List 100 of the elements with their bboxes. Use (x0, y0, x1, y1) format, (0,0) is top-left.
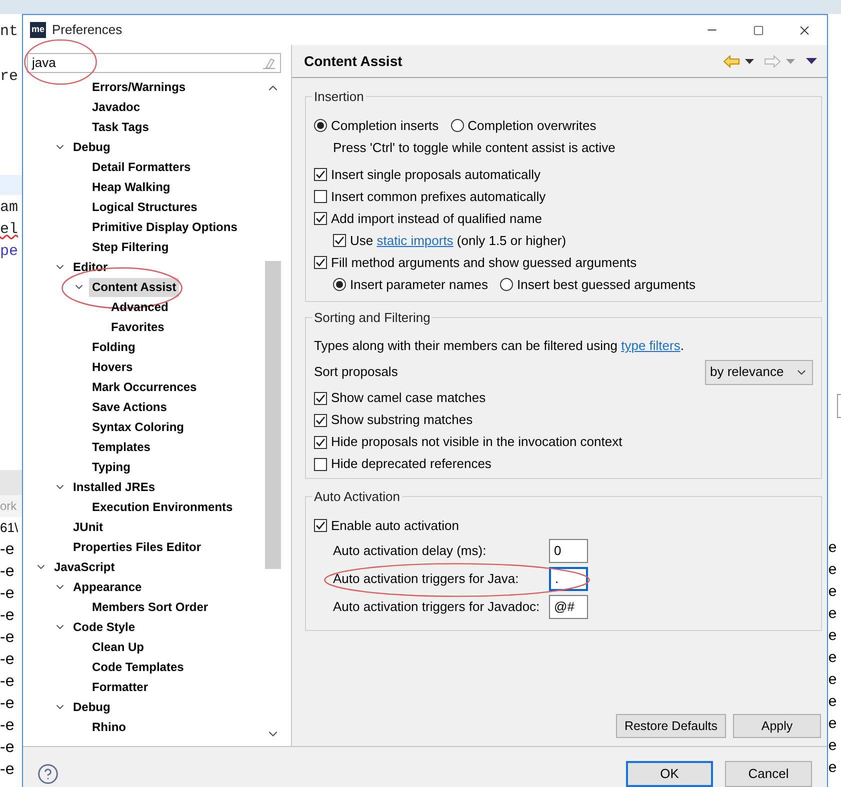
tree-item[interactable]: Typing (89, 458, 134, 476)
tree-item[interactable]: JUnit (70, 518, 106, 536)
tree-item[interactable]: Javadoc (89, 98, 144, 116)
console-line: -e (0, 716, 16, 736)
console-line: e (828, 715, 838, 735)
window-title: Preferences (52, 21, 122, 40)
console-line: e (828, 561, 838, 581)
sort-label: Sort proposals (314, 363, 398, 382)
tree-item[interactable]: Code Style (70, 618, 138, 636)
radio-button[interactable] (314, 119, 327, 132)
radio-button[interactable] (333, 278, 346, 291)
tree-item[interactable]: Rhino (89, 718, 129, 736)
tree-item[interactable]: Save Actions (89, 398, 170, 416)
input-field[interactable]: 0 (549, 538, 588, 562)
tree-item[interactable]: Heap Walking (89, 178, 174, 196)
tree-item[interactable]: Primitive Display Options (89, 218, 240, 236)
back-arrow-icon[interactable] (723, 54, 740, 68)
tree-item[interactable]: Logical Structures (89, 198, 200, 216)
tree-item[interactable]: Favorites (108, 318, 168, 336)
tree-item[interactable]: Appearance (70, 578, 145, 596)
code-line: nt (0, 22, 20, 42)
tree-item[interactable]: Formatter (89, 678, 152, 696)
input-field[interactable]: . (549, 566, 588, 590)
tree-item[interactable]: Installed JREs (70, 478, 158, 496)
checkbox[interactable] (314, 414, 327, 426)
console-line: e (828, 583, 838, 603)
console-line: e (828, 627, 838, 647)
tree-item[interactable]: Step Filtering (89, 238, 172, 256)
tree-item[interactable]: Hovers (89, 358, 136, 376)
tree-item[interactable]: Task Tags (89, 118, 152, 136)
tree-item[interactable]: Content Assist (89, 278, 180, 296)
sort-dropdown[interactable]: by relevance (705, 360, 813, 384)
checkbox[interactable] (333, 234, 346, 247)
maximize-icon[interactable] (752, 24, 764, 36)
tree-item[interactable]: Syntax Coloring (89, 418, 188, 436)
tree-item[interactable]: Code Templates (89, 658, 187, 676)
checkbox[interactable] (314, 458, 327, 470)
checkbox-label: Enable auto activation (331, 516, 459, 535)
code-line: el (0, 220, 20, 240)
tree-item[interactable]: Mark Occurrences (89, 378, 200, 396)
checkbox[interactable] (314, 256, 327, 269)
tree-item[interactable]: JavaScript (51, 558, 118, 576)
checkbox[interactable] (314, 190, 327, 203)
tree-item[interactable]: Debug (70, 138, 114, 156)
checkbox-label: Fill method arguments and show guessed arguments (331, 254, 637, 272)
hint-text: Press 'Ctrl' to toggle while content assist is active (333, 140, 616, 154)
type-filters-link[interactable]: type filters (621, 338, 680, 354)
input-field[interactable]: @# (549, 594, 588, 618)
help-icon[interactable] (37, 763, 59, 785)
group-title: Auto Activation (313, 488, 401, 506)
console-line: e (828, 539, 838, 559)
checkbox[interactable] (314, 392, 327, 404)
app-logo: me (30, 22, 46, 38)
radio-label: Completion overwrites (468, 116, 596, 135)
static-imports-link[interactable]: static imports (376, 232, 454, 248)
page-button[interactable]: Restore Defaults (616, 714, 726, 738)
console-line: -e (0, 672, 16, 692)
radio-button[interactable] (500, 278, 514, 291)
console-line: -e (0, 738, 16, 758)
field-label: Auto activation triggers for Java: (333, 570, 520, 588)
group-title: Insertion (313, 88, 365, 106)
radio-label: Completion inserts (331, 116, 439, 135)
code-line: re (0, 67, 20, 87)
console-line: -e (0, 628, 16, 648)
radio-label: Insert parameter names (350, 276, 488, 294)
scrollbar-thumb[interactable] (265, 261, 281, 569)
tree-item[interactable]: Members Sort Order (89, 598, 212, 616)
checkbox[interactable] (314, 212, 327, 225)
checkbox-label: Insert common prefixes automatically (331, 188, 546, 206)
checkbox-label: Show camel case matches (331, 389, 486, 408)
search-field[interactable]: java (27, 53, 281, 73)
checkbox[interactable] (314, 519, 327, 532)
checkbox-label: Add import instead of qualified name (331, 210, 542, 228)
console-line: -e (0, 760, 16, 780)
console-line: -e (0, 694, 16, 714)
console-line: -e (0, 562, 16, 582)
tree-item[interactable]: Editor (70, 258, 111, 276)
dialog-button[interactable]: Cancel (725, 761, 812, 787)
checkbox[interactable] (314, 168, 327, 181)
console-line: e (828, 737, 838, 757)
console-line: -e (0, 650, 16, 670)
tree-item[interactable]: Execution Environments (89, 498, 236, 516)
tree-item[interactable]: Clean Up (89, 638, 148, 656)
tree-item[interactable]: Detail Formatters (89, 158, 194, 176)
checkbox[interactable] (314, 436, 327, 448)
radio-label: Insert best guessed arguments (517, 276, 696, 294)
page-button[interactable]: Apply (733, 714, 821, 738)
dropdown-caret-icon[interactable] (745, 58, 754, 64)
checkbox-label: Use static imports (only 1.5 or higher) (350, 232, 566, 250)
tree-item[interactable]: Errors/Warnings (89, 78, 189, 96)
field-label: Auto activation triggers for Javadoc: (333, 598, 541, 616)
view-menu-icon[interactable] (806, 58, 817, 64)
dialog-button[interactable]: OK (626, 761, 713, 787)
checkbox-label: Insert single proposals automatically (331, 166, 541, 184)
code-line: pe (0, 242, 20, 262)
tree-item[interactable]: Folding (89, 338, 138, 356)
tree-item[interactable]: Properties Files Editor (70, 538, 204, 556)
tree-item[interactable]: Templates (89, 438, 154, 456)
tree-item[interactable]: Debug (70, 698, 114, 716)
radio-button[interactable] (450, 119, 464, 132)
